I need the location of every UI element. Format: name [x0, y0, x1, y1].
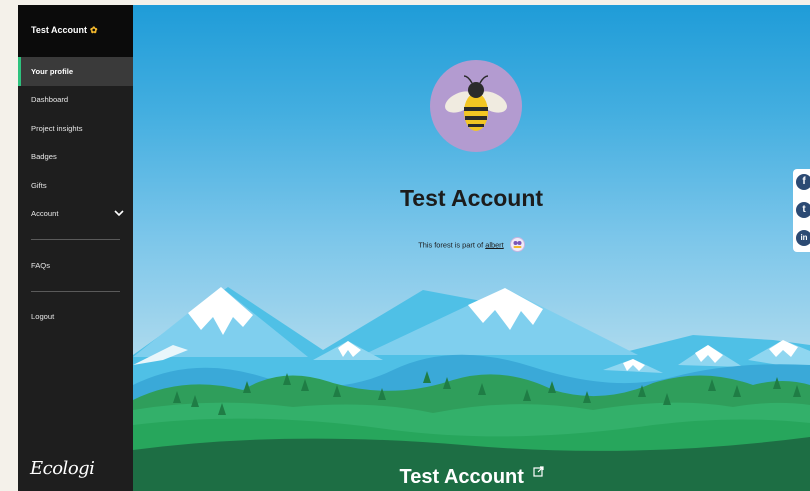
sidebar-account-header[interactable]: Test Account ✿ — [18, 5, 133, 57]
sidebar-item-badges[interactable]: Badges — [18, 143, 133, 172]
twitter-icon[interactable]: t — [796, 202, 810, 218]
sidebar-item-label: Gifts — [31, 180, 47, 190]
sidebar-item-account[interactable]: Account — [18, 200, 133, 229]
external-link-icon[interactable] — [532, 466, 544, 477]
account-title: Test Account — [31, 25, 88, 35]
linkedin-icon[interactable]: in — [796, 230, 810, 246]
sidebar-divider — [31, 239, 120, 240]
forest-avatar[interactable] — [509, 237, 525, 252]
forest-prefix: This forest is part of — [418, 240, 484, 250]
profile-name: Test Account — [399, 185, 544, 211]
sidebar-item-label: Dashboard — [31, 95, 69, 105]
group-avatar-icon — [513, 241, 522, 248]
sidebar-item-faqs[interactable]: FAQs — [18, 251, 133, 280]
ecologi-logo: Ecologi — [30, 458, 95, 479]
sidebar-item-logout[interactable]: Logout — [18, 303, 133, 332]
sidebar-item-your-profile[interactable]: Your profile — [18, 57, 133, 86]
forest-title-text: Test Account — [399, 466, 524, 488]
chevron-down-icon — [114, 209, 124, 216]
sidebar-item-label: FAQs — [31, 260, 50, 270]
sidebar-item-dashboard[interactable]: Dashboard — [18, 86, 133, 115]
sidebar-item-label: Account — [31, 209, 59, 219]
social-share-bar: f t in — [793, 169, 810, 252]
facebook-icon[interactable]: f — [796, 174, 810, 190]
avatar — [430, 60, 522, 152]
sidebar: Test Account ✿ Your profile Dashboard Pro… — [18, 5, 133, 491]
sidebar-item-label: Your profile — [31, 66, 74, 76]
account-badge-icon: ✿ — [90, 25, 98, 35]
sidebar-item-label: Badges — [31, 152, 57, 162]
sidebar-item-label: Project insights — [31, 123, 83, 133]
app-frame: Test Account ✿ Your profile Dashboard Pro… — [18, 5, 810, 491]
forest-link[interactable]: albert — [485, 240, 504, 249]
sidebar-item-project-insights[interactable]: Project insights — [18, 114, 133, 143]
profile-main: Test Account This forest is part of albe… — [133, 5, 810, 491]
sidebar-divider — [31, 290, 120, 292]
forest-membership: This forest is part of albert — [133, 237, 810, 253]
sidebar-item-gifts[interactable]: Gifts — [18, 171, 133, 200]
forest-title: Test Account — [133, 466, 810, 489]
sidebar-item-label: Logout — [31, 312, 55, 322]
bee-icon — [445, 75, 507, 131]
